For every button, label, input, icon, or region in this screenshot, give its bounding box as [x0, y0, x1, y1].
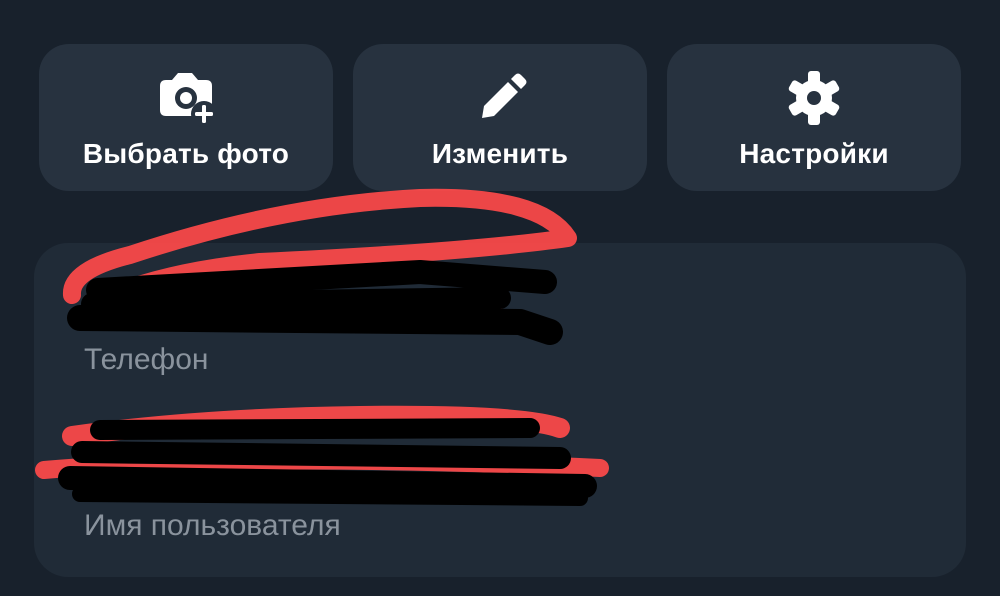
- gear-icon: [782, 68, 846, 128]
- pencil-icon: [468, 68, 532, 128]
- edit-button[interactable]: Изменить: [353, 44, 647, 191]
- settings-button[interactable]: Настройки: [667, 44, 961, 191]
- profile-screen: Выбрать фото Изменить Настройки Телефон …: [0, 0, 1000, 596]
- edit-label: Изменить: [431, 138, 569, 169]
- settings-label: Настройки: [739, 138, 889, 169]
- username-label: Имя пользователя: [84, 509, 341, 542]
- profile-info-card: Телефон Имя пользователя: [34, 243, 966, 577]
- username-row[interactable]: Имя пользователя: [84, 493, 684, 542]
- phone-row[interactable]: Телефон: [84, 333, 684, 376]
- choose-photo-button[interactable]: Выбрать фото: [39, 44, 333, 191]
- camera-plus-icon: [154, 68, 218, 128]
- phone-label: Телефон: [84, 343, 209, 376]
- choose-photo-label: Выбрать фото: [82, 138, 290, 169]
